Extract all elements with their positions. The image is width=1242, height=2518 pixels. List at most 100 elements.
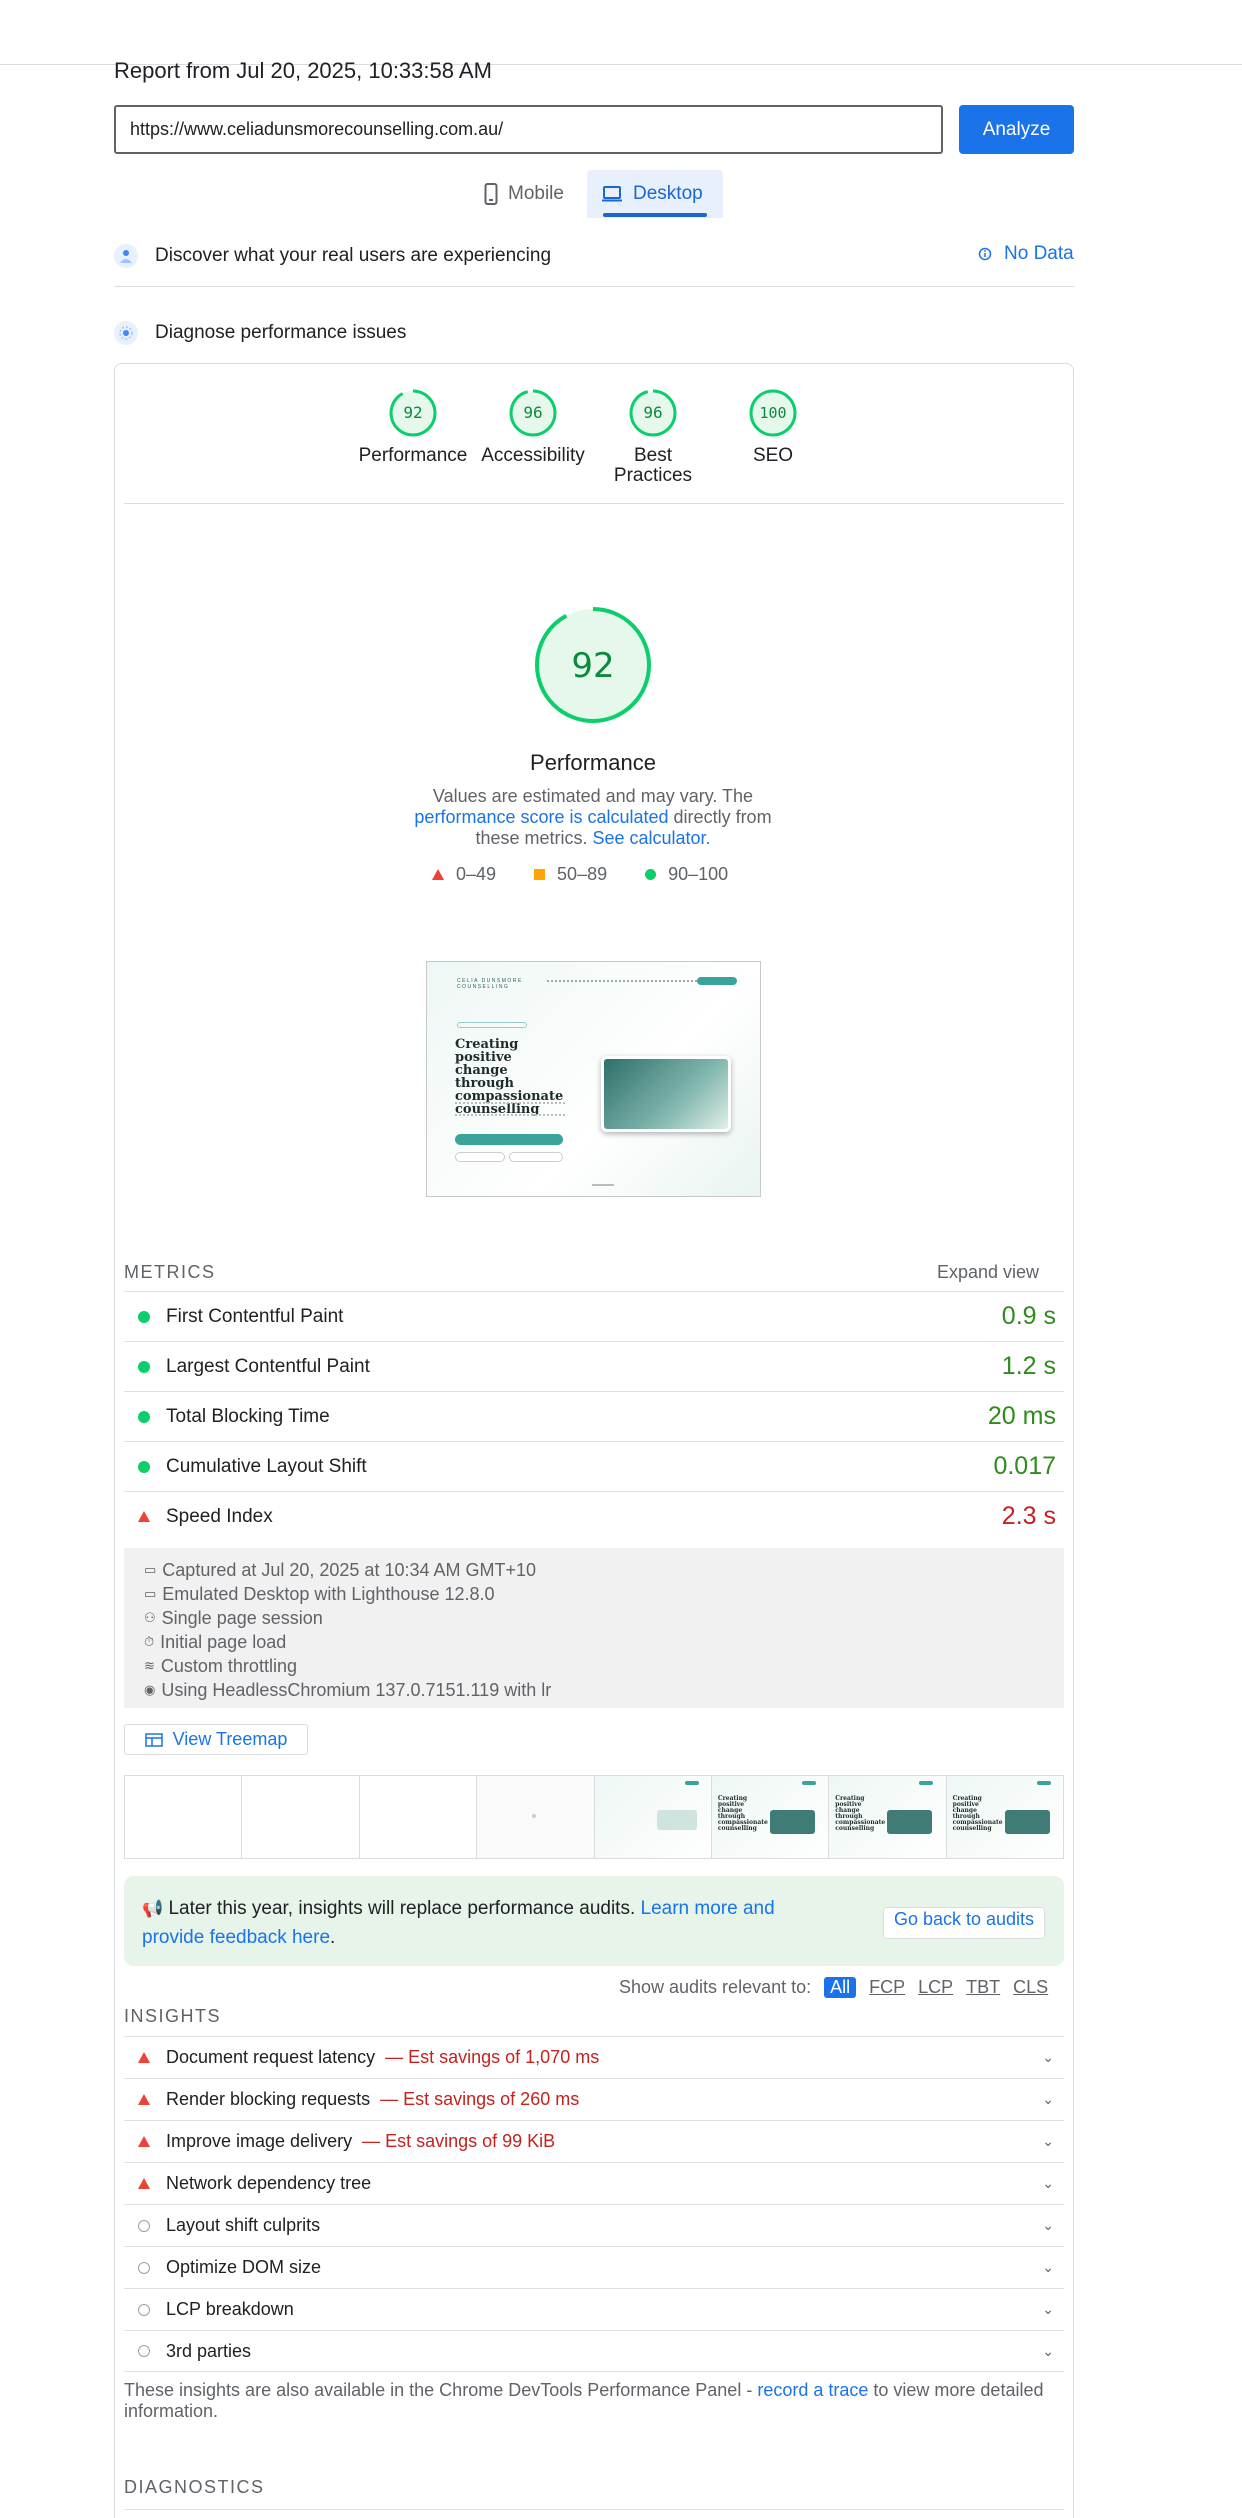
gauge-label: SEO [752,445,794,466]
metric-value: 0.9 s [1001,1302,1056,1330]
laptop-icon [602,186,622,202]
notice-end: . [330,1927,336,1948]
insight-row[interactable]: LCP breakdown ⌄ [124,2288,1064,2330]
legend-average: 50–89 [534,864,607,885]
insight-row[interactable]: Render blocking requests — Est savings o… [124,2078,1064,2120]
chevron-down-icon: ⌄ [1042,2175,1054,2191]
no-data-link[interactable]: No Data [978,243,1074,265]
screenshot-body [455,1102,565,1116]
view-treemap-button[interactable]: View Treemap [124,1724,308,1755]
no-data-label: No Data [1004,243,1074,264]
desc-text: Values are estimated and may vary. The [432,786,754,806]
expand-view-toggle[interactable]: Expand view [937,1262,1039,1283]
env-line: ▭ Captured at Jul 20, 2025 at 10:34 AM GM… [144,1558,1044,1582]
tab-mobile[interactable]: Mobile [470,170,578,218]
insight-row[interactable]: Layout shift culprits ⌄ [124,2204,1064,2246]
record-trace-link[interactable]: record a trace [757,2380,868,2400]
gauge-label: Best Practices [613,445,693,486]
gauge-label: Accessibility [481,445,585,466]
filmstrip-headline: Creating positive change through compass… [952,1795,1003,1832]
insight-name: Document request latency [166,2047,376,2067]
pass-icon [138,1310,150,1323]
legend-pass: 90–100 [645,864,728,885]
gauge-score: 96 [643,403,662,422]
insight-name: Optimize DOM size [166,2257,322,2277]
performance-description: Values are estimated and may vary. The p… [400,786,786,849]
insight-name: 3rd parties [166,2340,252,2361]
info-circle-icon [138,2219,150,2232]
filmstrip-frame [594,1776,712,1858]
metric-row-si: Speed Index 2.3 s [124,1491,1064,1541]
env-text: Using HeadlessChromium 137.0.7151.119 wi… [161,1680,552,1700]
insight-name: Render blocking requests [166,2089,371,2109]
gauge-label: Performance [358,445,468,466]
metric-name: First Contentful Paint [166,1305,344,1327]
divider [124,503,1064,504]
chevron-down-icon: ⌄ [1042,2342,1054,2359]
see-calculator-link[interactable]: See calculator. [592,828,710,848]
gauge-accessibility[interactable]: 96 Accessibility [473,388,593,486]
env-text: Captured at Jul 20, 2025 at 10:34 AM GMT… [162,1560,537,1580]
gauge-performance[interactable]: 92 Performance [353,388,473,486]
audit-filter-label: Show audits relevant to: [619,1977,812,1997]
insight-row[interactable]: Document request latency — Est savings o… [124,2036,1064,2078]
lab-data-section: Diagnose performance issues [114,321,406,345]
chevron-down-icon: ⌄ [1042,2217,1054,2233]
filter-cls[interactable]: CLS [1013,1977,1048,1998]
env-text: Emulated Desktop with Lighthouse 12.8.0 [162,1584,495,1604]
filmstrip-headline: Creating positive change through compass… [717,1795,768,1832]
score-calc-link[interactable]: performance score is calculated [414,807,668,827]
filmstrip-frame [360,1776,478,1858]
insight-row[interactable]: Optimize DOM size ⌄ [124,2246,1064,2288]
metric-row-lcp: Largest Contentful Paint 1.2 s [124,1341,1064,1391]
insight-name: LCP breakdown [166,2299,294,2319]
insights-header: INSIGHTS [124,2006,222,2026]
legend-label: 90–100 [668,864,729,884]
metric-row-tbt: Total Blocking Time 20 ms [124,1391,1064,1441]
tab-mobile-label: Mobile [508,183,564,204]
gauge-best-practices[interactable]: 96 Best Practices [593,388,713,486]
analyze-button[interactable]: Analyze [959,105,1074,154]
screenshot-brand: CELIA DUNSMORE COUNSELLING [457,978,523,990]
lab-icon [114,321,138,345]
url-input[interactable]: https://www.celiadunsmorecounselling.com… [114,105,943,154]
timer-icon: ⏱ [144,1634,155,1649]
final-screenshot[interactable]: CELIA DUNSMORE COUNSELLING Creating posi… [426,961,761,1197]
metric-name: Largest Contentful Paint [166,1355,370,1377]
info-circle-icon [138,2345,150,2357]
insight-row[interactable]: Network dependency tree ⌄ [124,2162,1064,2204]
filmstrip-frame: Creating positive change through compass… [829,1776,947,1858]
screenshot-pill [457,1022,527,1028]
field-data-section: Discover what your real users are experi… [114,244,551,268]
fail-icon [138,2052,150,2063]
go-back-to-audits-button[interactable]: Go back to audits [883,1907,1045,1939]
filter-lcp[interactable]: LCP [918,1977,953,1998]
tab-desktop[interactable]: Desktop [587,170,723,218]
env-line: ⚇ Single page session [144,1606,1044,1630]
gauge-seo[interactable]: 100 SEO [713,388,833,486]
square-icon [534,869,546,880]
top-bar [0,0,1242,65]
filmstrip-frame: Creating positive change through compass… [711,1776,830,1858]
divider [114,286,1074,287]
performance-gauge-large: 92 [535,607,651,723]
filter-all[interactable]: All [824,1977,857,1998]
legend-label: 0–49 [456,864,497,884]
chevron-down-icon: ⌄ [1042,2259,1054,2275]
env-text: Single page session [161,1608,323,1628]
notice-text: Later this year, insights will replace p… [168,1898,641,1919]
insight-row[interactable]: Improve image delivery — Est savings of … [124,2120,1064,2162]
metric-row-fcp: First Contentful Paint 0.9 s [124,1291,1064,1341]
users-icon [114,244,138,268]
wifi-icon: ≋ [144,1658,155,1673]
metric-value: 20 ms [987,1402,1056,1430]
fail-icon [138,2094,150,2105]
info-icon [978,247,992,261]
tab-desktop-label: Desktop [633,183,703,204]
gauge-score: 92 [403,403,422,422]
filter-fcp[interactable]: FCP [869,1977,905,1998]
metric-name: Cumulative Layout Shift [166,1455,367,1477]
filter-tbt[interactable]: TBT [966,1977,1000,1998]
screenshot-button2 [455,1152,505,1162]
insight-row[interactable]: 3rd parties ⌄ [124,2330,1064,2372]
